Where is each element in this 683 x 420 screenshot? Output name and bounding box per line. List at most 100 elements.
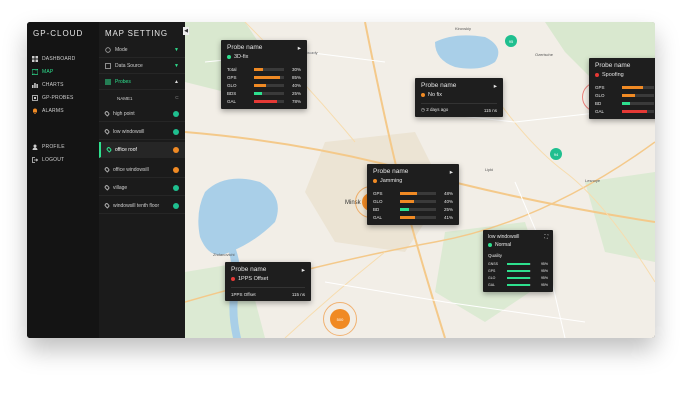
- progress-bar: [622, 85, 654, 89]
- status-dot: [173, 110, 179, 117]
- clock-icon: ◷ 2 days ago: [421, 107, 449, 112]
- section-data-source[interactable]: Data Source ▼: [99, 58, 185, 74]
- metric-row: GNSS 95%: [488, 260, 548, 267]
- sidebar-item-label: DASHBOARD: [42, 56, 76, 62]
- progress-bar: [507, 269, 531, 272]
- section-probes[interactable]: Probes ▲: [99, 74, 185, 90]
- probe-card-no-fix[interactable]: Probe name ▸ No fix ◷ 2 days ago 115 ns: [415, 78, 503, 117]
- name-filter[interactable]: NAME1 ⊂: [99, 90, 185, 106]
- status-dot: [421, 93, 425, 97]
- probe-item-low-windowsill[interactable]: low windowsill: [99, 124, 185, 140]
- pps-label: 1PPS Offset: [231, 291, 256, 297]
- section-mode[interactable]: Mode ▼: [99, 42, 185, 58]
- card-title: Probe name: [227, 44, 263, 51]
- progress-fill: [400, 199, 415, 203]
- chevron-right-icon[interactable]: ▸: [298, 44, 301, 52]
- progress-bar: [254, 75, 284, 79]
- chevron-right-icon[interactable]: ▸: [494, 82, 497, 90]
- status-dot: [373, 179, 377, 183]
- progress-bar: [254, 67, 284, 71]
- progress-bar: [400, 191, 436, 195]
- chevron-right-icon[interactable]: ▸: [450, 168, 453, 176]
- probe-item-village[interactable]: village: [99, 180, 185, 196]
- card-status: 3D-fix: [234, 54, 249, 60]
- logout-icon: [32, 157, 38, 163]
- status-dot: [488, 243, 492, 247]
- expand-icon[interactable]: ⛶: [544, 234, 548, 240]
- progress-bar: [622, 93, 654, 97]
- status-dot: [173, 202, 179, 209]
- card-title: Probe name: [373, 168, 409, 175]
- sidebar-item-dashboard[interactable]: DASHBOARD: [32, 56, 75, 62]
- metric-row: GPS 85%: [227, 73, 301, 81]
- quality-label: Quality: [488, 253, 503, 258]
- progress-bar: [507, 262, 531, 265]
- probe-item-office-roof[interactable]: office roof: [99, 142, 185, 158]
- progress-bar: [507, 276, 531, 279]
- metric-row: GPS 95%: [488, 267, 548, 274]
- probe-label: office roof: [115, 146, 137, 153]
- toggle-icon[interactable]: ⊂: [175, 95, 179, 101]
- collapse-panel-button[interactable]: ◀: [183, 27, 189, 35]
- status-dot: [173, 184, 179, 191]
- metric-row: GAL 78%: [227, 97, 301, 105]
- probe-card-spoofing[interactable]: Probe name▸ Spoofing GPS65%GLO40%BD25%GA…: [589, 58, 655, 119]
- progress-bar: [400, 199, 436, 203]
- pin-icon: [103, 166, 111, 173]
- progress-fill: [622, 93, 635, 97]
- probe-item-office-windowsill[interactable]: office windowsill: [99, 162, 185, 178]
- database-icon: [105, 62, 111, 69]
- sidebar-item-profile[interactable]: PROFILE: [32, 144, 65, 150]
- sidebar-item-charts[interactable]: CHARTS: [32, 82, 64, 88]
- card-title: Probe name: [595, 62, 631, 69]
- probe-item-windowsill-tenth-floor[interactable]: windowsill tenth floor: [99, 198, 185, 214]
- probe-card-jamming[interactable]: Probe name ▸ Jamming GPS 48% GLO 40% BD 25% GAL…: [367, 164, 459, 225]
- metric-row: BDS 25%: [227, 89, 301, 97]
- status-dot: [227, 55, 231, 59]
- chevron-down-icon: ▼: [174, 62, 179, 69]
- probe-marker[interactable]: 500: [330, 309, 350, 329]
- mode-icon: [105, 46, 111, 53]
- sidebar-item-label: CHARTS: [42, 82, 64, 88]
- sidebar-item-label: PROFILE: [42, 144, 65, 150]
- pps-value: 115 ns: [291, 291, 305, 297]
- card-rows: GPS65%GLO40%BD25%GAL78%: [595, 83, 655, 115]
- progress-bar: [400, 207, 436, 211]
- alarm-icon: [33, 108, 37, 114]
- probe-card-low-windowsill[interactable]: low windowsill ⛶ Normal Quality GNSS 95% GP…: [483, 230, 553, 292]
- probe-card-3d-fix[interactable]: Probe name ▸ 3D-fix Total 30% GPS 85% GLO 40% B…: [221, 40, 307, 109]
- probe-marker[interactable]: 95: [505, 35, 517, 47]
- probe-marker[interactable]: 94: [550, 148, 562, 160]
- metric-label: GLO: [373, 198, 383, 204]
- sidebar-item-alarms[interactable]: ALARMS: [32, 108, 64, 114]
- metric-value: 95%: [540, 261, 548, 266]
- progress-fill: [254, 99, 278, 103]
- card-status: 1PPS Offset: [238, 276, 269, 282]
- sidebar-item-label: MAP: [42, 69, 54, 75]
- metric-label: GPS: [595, 84, 605, 90]
- probe-item-high-point[interactable]: high point: [99, 106, 185, 122]
- pin-icon: [103, 184, 111, 191]
- probe-label: office windowsill: [113, 166, 149, 173]
- metric-label: GAL: [595, 108, 605, 114]
- metric-value: 95%: [540, 282, 548, 287]
- chevron-down-icon: ▼: [174, 46, 179, 53]
- sidebar-item-logout[interactable]: LOGOUT: [32, 157, 64, 163]
- sidebar-item-map[interactable]: MAP: [32, 69, 53, 75]
- progress-bar: [400, 215, 436, 219]
- metric-value: 25%: [291, 90, 301, 96]
- metric-row: GPS65%: [595, 83, 655, 91]
- metric-label: GPS: [227, 74, 237, 80]
- metric-label: GPS: [488, 268, 496, 273]
- probe-card-1pps[interactable]: Probe name ▸ 1PPS Offset 1PPS Offset 115 …: [225, 262, 311, 301]
- chevron-right-icon[interactable]: ▸: [302, 266, 305, 274]
- pin-icon: [103, 128, 111, 135]
- progress-bar: [622, 101, 654, 105]
- status-dot: [173, 146, 179, 153]
- status-dot: [595, 73, 599, 77]
- name-label: NAME1: [117, 95, 133, 101]
- map-icon: [32, 69, 38, 75]
- sidebar-item-gp-probes[interactable]: GP-PROBES: [32, 95, 74, 101]
- metric-value: 85%: [291, 74, 301, 80]
- metric-value: 25%: [443, 206, 453, 212]
